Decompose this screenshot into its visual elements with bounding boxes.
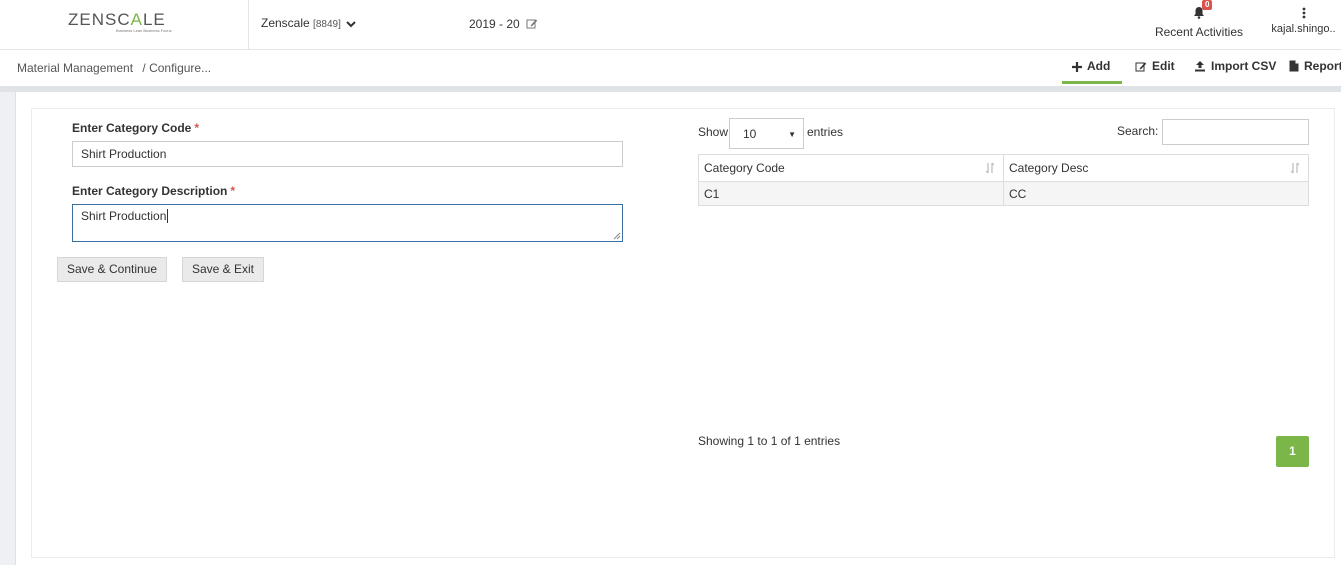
edit-label: Edit — [1152, 59, 1175, 73]
pagination-page-1[interactable]: 1 — [1276, 436, 1309, 467]
company-selector[interactable]: Zenscale [8849] — [261, 16, 356, 30]
save-continue-button[interactable]: Save & Continue — [57, 257, 167, 282]
category-table: Category Code Category Desc C1 CC — [698, 154, 1309, 206]
recent-activities-label: Recent Activities — [1154, 25, 1244, 39]
entries-label: entries — [807, 125, 844, 139]
import-csv-button[interactable]: Import CSV — [1194, 59, 1276, 73]
recent-activities[interactable]: 0 Recent Activities — [1154, 0, 1244, 39]
save-exit-button[interactable]: Save & Exit — [182, 257, 264, 282]
plus-icon — [1072, 62, 1082, 72]
more-vertical-icon — [1302, 7, 1305, 19]
page-length-select[interactable]: 10 ▼ — [729, 118, 804, 149]
sub-toolbar: Material Management / Configure... Add E… — [0, 50, 1341, 86]
resize-grip-icon[interactable] — [613, 232, 621, 240]
header-divider — [248, 0, 249, 50]
logo-wordmark: ZENSCALE — [68, 10, 166, 29]
logo-tagline: Business Lean Business Focus — [116, 28, 172, 33]
category-description-textarea[interactable]: Shirt Production — [72, 204, 623, 242]
required-marker: * — [230, 184, 236, 198]
financial-year[interactable]: 2019 - 20 — [469, 17, 538, 31]
breadcrumb-configure[interactable]: / Configure... — [142, 61, 211, 75]
company-code: [8849] — [313, 19, 341, 30]
table-row[interactable]: C1 CC — [698, 181, 1309, 206]
required-marker: * — [194, 121, 200, 135]
breadcrumb: Material Management / Configure... — [17, 61, 211, 75]
bell-icon: 0 — [1192, 0, 1213, 20]
category-code-input[interactable]: Shirt Production — [72, 141, 623, 167]
cell-category-code: C1 — [698, 181, 1004, 206]
top-header: ZENSCALE Business Lean Business Focus Ze… — [0, 0, 1341, 50]
show-label: Show — [698, 125, 729, 139]
year-label: 2019 - 20 — [469, 17, 520, 31]
category-code-label: Enter Category Code * — [72, 121, 200, 135]
column-header-category-desc[interactable]: Category Desc — [1003, 154, 1309, 182]
cell-category-desc: CC — [1003, 181, 1309, 206]
zenscale-logo[interactable]: ZENSCALE Business Lean Business Focus — [68, 10, 180, 36]
table-info: Showing 1 to 1 of 1 entries — [698, 434, 841, 448]
table-header-row: Category Code Category Desc — [698, 154, 1309, 182]
sort-icon — [1290, 162, 1300, 174]
import-csv-label: Import CSV — [1211, 59, 1277, 73]
edit-icon — [1135, 62, 1147, 72]
upload-icon — [1195, 61, 1205, 72]
column-header-category-code[interactable]: Category Code — [698, 154, 1004, 182]
report-label: Report — [1304, 59, 1341, 73]
notification-badge: 0 — [1202, 0, 1213, 10]
add-label: Add — [1087, 59, 1111, 73]
search-label: Search: — [1117, 124, 1159, 138]
breadcrumb-material-management[interactable]: Material Management — [17, 61, 133, 75]
category-code-value: Shirt Production — [81, 147, 167, 161]
dropdown-arrow-icon: ▼ — [788, 130, 796, 139]
category-description-value: Shirt Production — [81, 209, 167, 223]
add-button[interactable]: Add — [1072, 59, 1110, 73]
active-tab-indicator — [1062, 81, 1122, 84]
search-input[interactable] — [1162, 119, 1309, 145]
user-menu[interactable]: kajal.shingo.. — [1266, 6, 1341, 35]
username: kajal.shingo.. — [1271, 23, 1336, 35]
edit-button[interactable]: Edit — [1135, 59, 1175, 73]
chevron-down-icon — [346, 21, 356, 28]
edit-icon[interactable] — [526, 18, 538, 29]
category-description-label: Enter Category Description * — [72, 184, 236, 198]
file-icon — [1289, 60, 1299, 72]
page-length-value: 10 — [743, 127, 757, 141]
sort-icon — [985, 162, 995, 174]
company-name: Zenscale — [261, 16, 310, 30]
text-cursor — [167, 209, 169, 223]
report-button[interactable]: Report — [1289, 59, 1341, 73]
